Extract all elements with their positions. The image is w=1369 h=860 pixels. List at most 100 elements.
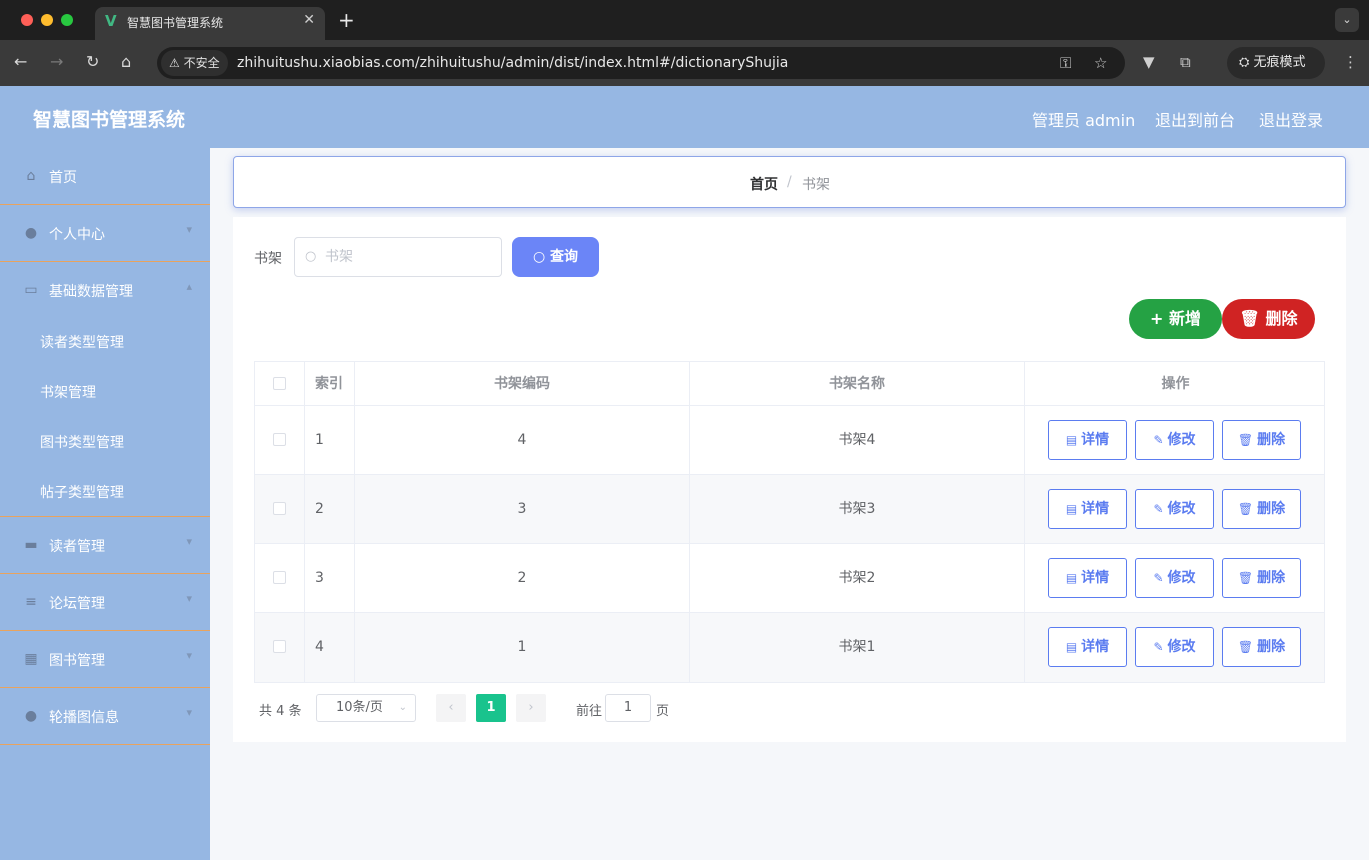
tab-title: 智慧图书管理系统 <box>127 16 224 30</box>
detail-button[interactable]: ▤ 详情 <box>1048 489 1127 529</box>
sidebar-item-personal-center[interactable]: ● 个人中心 ▾ <box>0 205 210 262</box>
delete-button[interactable]: 🗑︎ 删除 <box>1222 627 1301 667</box>
delete-button[interactable]: 🗑︎ 删除 <box>1222 558 1301 598</box>
sidebar-subitem-label: 书架管理 <box>40 385 96 401</box>
column-header-index: 索引 <box>305 362 355 405</box>
document-icon: ▤ <box>1065 433 1078 447</box>
url-text[interactable]: zhihuitushu.xiaobias.com/zhihuitushu/adm… <box>237 55 788 71</box>
batch-delete-button[interactable]: 🗑︎ 删除 <box>1222 299 1315 339</box>
table-row: 3 2 书架2 ▤ 详情 ✎ 修改 🗑︎ 删除 <box>255 544 1324 613</box>
row-checkbox[interactable] <box>273 433 286 446</box>
search-input[interactable] <box>325 247 495 267</box>
edit-button[interactable]: ✎ 修改 <box>1135 627 1214 667</box>
edit-button[interactable]: ✎ 修改 <box>1135 489 1214 529</box>
detail-button[interactable]: ▤ 详情 <box>1048 627 1127 667</box>
briefcase-icon: ▬ <box>24 537 38 553</box>
breadcrumb-home[interactable]: 首页 <box>750 174 778 194</box>
sidebar-subitem-book-type[interactable]: 图书类型管理 <box>0 416 210 466</box>
search-label: 书架 <box>254 251 282 267</box>
row-checkbox[interactable] <box>273 571 286 584</box>
chevron-down-icon: ▾ <box>186 223 192 236</box>
list-icon: ≡ <box>25 594 37 610</box>
table-row: 4 1 书架1 ▤ 详情 ✎ 修改 🗑︎ 删除 <box>255 613 1324 682</box>
tab-close-icon[interactable]: ✕ <box>303 12 315 28</box>
star-icon[interactable]: ☆ <box>1094 54 1107 72</box>
shelf-table: 索引 书架编码 书架名称 操作 1 4 书架4 ▤ 详情 ✎ 修改 🗑︎ 删除 2 3… <box>254 361 1325 683</box>
column-header-actions: 操作 <box>1161 376 1190 392</box>
sidebar-item-reader[interactable]: ▬ 读者管理 ▾ <box>0 517 210 574</box>
security-badge[interactable]: ⚠ 不安全 <box>161 50 228 76</box>
bulb-icon: ● <box>24 708 38 724</box>
trash-icon: 🗑︎ <box>1237 640 1254 654</box>
delete-label: 删除 <box>1257 501 1286 517</box>
reload-icon[interactable]: ↻ <box>86 52 99 71</box>
next-page-button[interactable]: › <box>516 694 546 722</box>
browser-toolbar: ← → ↻ ⌂ ⚠ 不安全 zhihuitushu.xiaobias.com/z… <box>0 40 1369 86</box>
detail-button[interactable]: ▤ 详情 <box>1048 420 1127 460</box>
prev-page-button[interactable]: ‹ <box>436 694 466 722</box>
row-checkbox[interactable] <box>273 640 286 653</box>
logout-link[interactable]: 退出登录 <box>1259 107 1323 131</box>
delete-button[interactable]: 🗑︎ 删除 <box>1222 420 1301 460</box>
detail-label: 详情 <box>1081 432 1110 448</box>
sidebar-item-label: 读者管理 <box>49 539 105 555</box>
trash-icon: 🗑︎ <box>1239 309 1266 328</box>
document-icon: ▤ <box>1065 640 1078 654</box>
chevron-down-icon: ⌄ <box>398 702 407 713</box>
minimize-window-button[interactable] <box>41 14 53 26</box>
forward-icon[interactable]: → <box>50 52 63 71</box>
goto-page-input[interactable]: 1 <box>605 694 651 722</box>
back-icon[interactable]: ← <box>14 52 27 71</box>
edit-button[interactable]: ✎ 修改 <box>1135 420 1214 460</box>
sidebar: ⌂ 首页 ● 个人中心 ▾ ▭ 基础数据管理 ▴ 读者类型管理 书架管理 图书类… <box>0 148 210 860</box>
page-size-select[interactable]: 10条/页 ⌄ <box>316 694 416 722</box>
row-checkbox[interactable] <box>273 502 286 515</box>
sidebar-item-books[interactable]: ▦ 图书管理 ▾ <box>0 631 210 688</box>
close-window-button[interactable] <box>21 14 33 26</box>
detail-label: 详情 <box>1081 639 1110 655</box>
column-header-name[interactable]: 书架名称 <box>690 362 1025 405</box>
query-button[interactable]: ○ 查询 <box>512 237 599 277</box>
exit-to-front-link[interactable]: 退出到前台 <box>1155 107 1235 131</box>
page-number-current[interactable]: 1 <box>476 694 506 722</box>
maximize-window-button[interactable] <box>61 14 73 26</box>
sidebar-item-label: 个人中心 <box>49 227 105 243</box>
sidebar-item-forum[interactable]: ≡ 论坛管理 ▾ <box>0 574 210 631</box>
batch-delete-label: 删除 <box>1265 309 1298 328</box>
search-field[interactable]: ○ <box>294 237 502 277</box>
key-icon[interactable]: ⚿ <box>1060 54 1071 72</box>
browser-menu-icon[interactable]: ⋮ <box>1343 53 1358 71</box>
chevron-down-icon: ▾ <box>186 649 192 662</box>
browser-tab[interactable]: V 智慧图书管理系统 ✕ <box>95 7 325 40</box>
detail-button[interactable]: ▤ 详情 <box>1048 558 1127 598</box>
sidebar-subitem-reader-type[interactable]: 读者类型管理 <box>0 316 210 366</box>
document-icon: ▤ <box>1065 502 1078 516</box>
add-button[interactable]: + 新增 <box>1129 299 1222 339</box>
trash-icon: 🗑︎ <box>1237 502 1254 516</box>
new-tab-icon[interactable]: + <box>338 8 355 32</box>
sidebar-subitem-post-type[interactable]: 帖子类型管理 <box>0 466 210 517</box>
chevron-down-icon: ▾ <box>186 706 192 719</box>
column-header-code[interactable]: 书架编码 <box>355 362 690 405</box>
browser-tab-bar: V 智慧图书管理系统 ✕ + ⌄ <box>0 0 1369 40</box>
pagination-total: 共 4 条 <box>259 704 302 719</box>
incognito-badge[interactable]: ⛭ 无痕模式 <box>1227 47 1325 79</box>
tab-search-icon[interactable]: ⌄ <box>1335 8 1359 32</box>
delete-button[interactable]: 🗑︎ 删除 <box>1222 489 1301 529</box>
edit-label: 修改 <box>1167 501 1196 517</box>
sidebar-subitem-shelf[interactable]: 书架管理 <box>0 366 210 416</box>
vue-logo-icon: V <box>105 12 117 30</box>
goto-suffix: 页 <box>656 704 670 719</box>
puzzle-icon[interactable]: ⧉ <box>1180 53 1191 71</box>
cell-code: 1 <box>355 613 690 682</box>
home-icon[interactable]: ⌂ <box>121 52 131 71</box>
sidebar-item-basic-data[interactable]: ▭ 基础数据管理 ▴ <box>0 262 210 319</box>
cell-name: 书架3 <box>690 475 1025 543</box>
chat-icon: ▭ <box>24 282 38 298</box>
sidebar-item-home[interactable]: ⌂ 首页 <box>0 148 210 205</box>
sidebar-item-carousel[interactable]: ● 轮播图信息 ▾ <box>0 688 210 745</box>
edit-button[interactable]: ✎ 修改 <box>1135 558 1214 598</box>
extension-v-icon[interactable]: ▼ <box>1143 53 1155 71</box>
address-bar[interactable]: ⚠ 不安全 zhihuitushu.xiaobias.com/zhihuitus… <box>157 47 1125 79</box>
select-all-checkbox[interactable] <box>273 377 286 390</box>
